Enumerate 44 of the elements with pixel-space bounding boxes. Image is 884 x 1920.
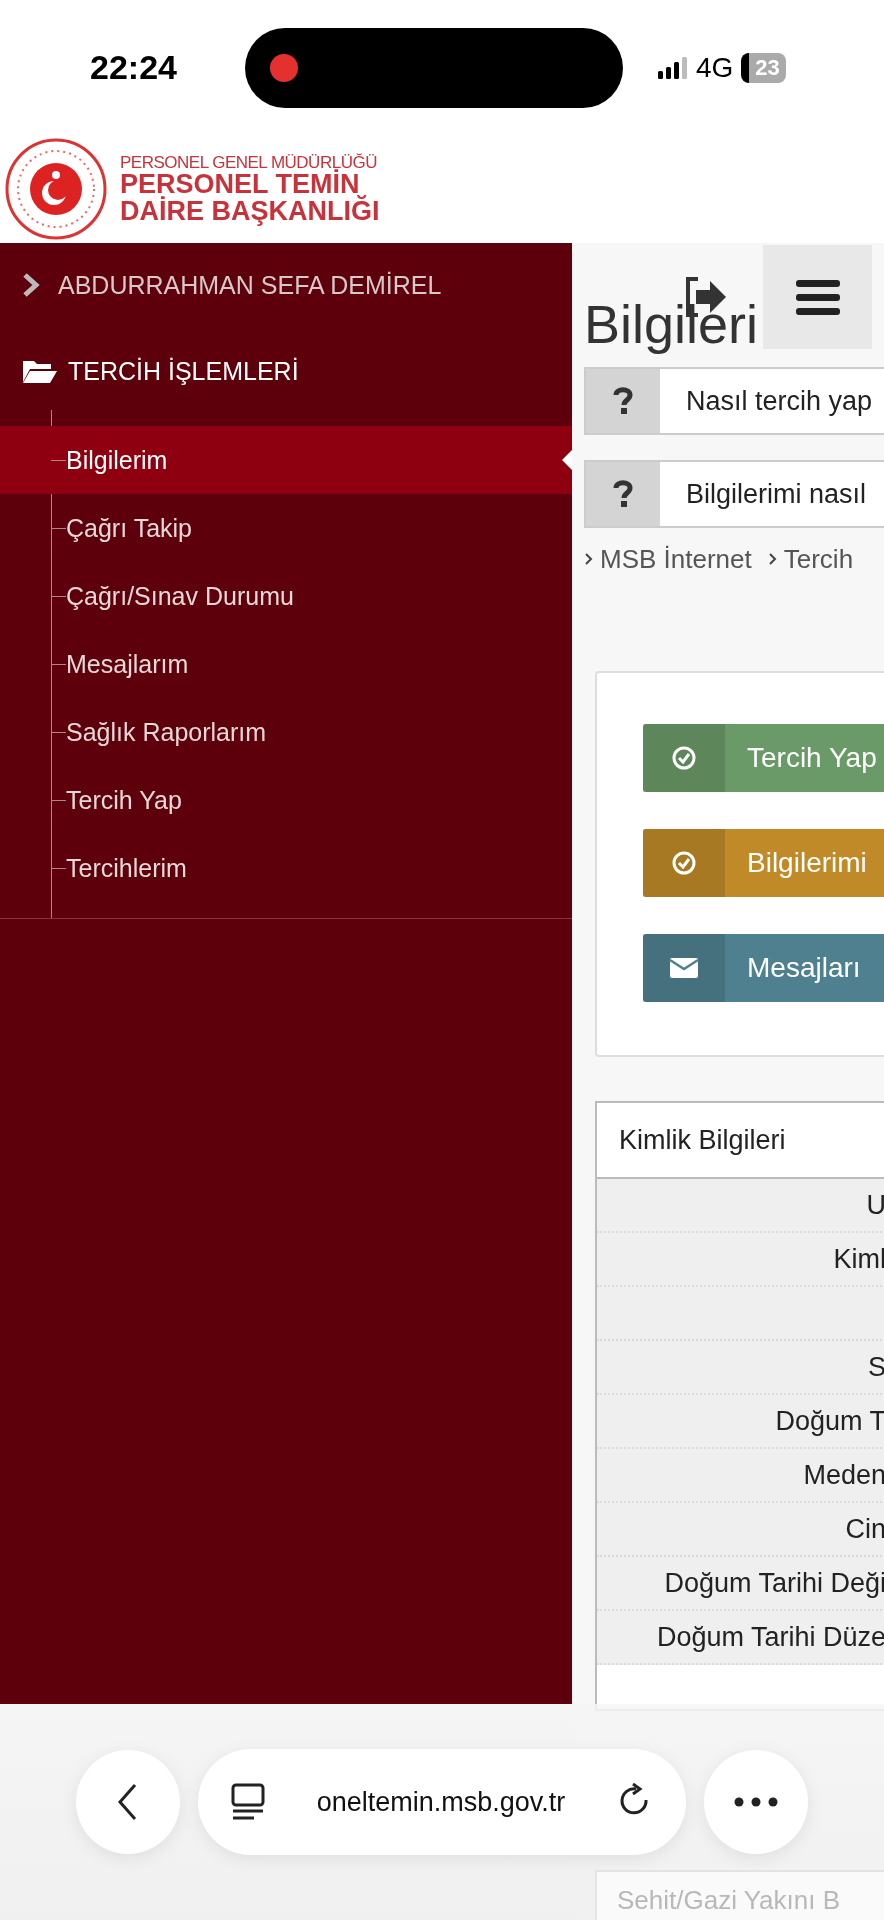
help-link[interactable]: Nasıl tercih yap bbox=[584, 367, 884, 435]
sidebar-item[interactable]: Mesajlarım bbox=[0, 630, 572, 698]
chevron-right-icon bbox=[22, 272, 40, 298]
address-bar[interactable]: oneltemin.msb.gov.tr bbox=[198, 1749, 686, 1855]
status-time: 22:24 bbox=[90, 48, 178, 87]
chevron-icon bbox=[767, 551, 778, 567]
check-circle-icon bbox=[671, 745, 697, 771]
signal-icon bbox=[658, 56, 688, 79]
breadcrumb-link[interactable]: MSB İnternet bbox=[600, 543, 752, 575]
url-text: oneltemin.msb.gov.tr bbox=[316, 1786, 566, 1818]
battery-indicator: 23 bbox=[741, 52, 786, 83]
field-label: Doğum Tarihi Düze bbox=[656, 1621, 884, 1653]
section-title[interactable]: TERCİH İŞLEMLERİ bbox=[68, 356, 299, 386]
question-icon bbox=[613, 387, 633, 415]
page-title: Bilgileri bbox=[584, 297, 759, 356]
chevron-icon bbox=[584, 551, 594, 567]
emblem-icon bbox=[4, 137, 108, 241]
panel-title: Sehit/Gazi Yakını B bbox=[617, 1884, 841, 1916]
help-link[interactable]: Bilgilerimi nasıl bbox=[584, 460, 884, 528]
field-label: Cin bbox=[845, 1513, 884, 1545]
action-button[interactable]: Mesajları bbox=[643, 934, 884, 1002]
logo-text: DAİRE BAŞKANLIĞI bbox=[120, 197, 380, 225]
sidebar-item[interactable]: Tercihlerim bbox=[0, 834, 572, 902]
field-label: Meden bbox=[803, 1459, 884, 1491]
question-icon bbox=[613, 480, 633, 508]
sidebar-item[interactable]: Çağrı/Sınav Durumu bbox=[0, 562, 572, 630]
field-label: Doğum Tarihi Deği bbox=[664, 1567, 884, 1599]
field-label: S bbox=[868, 1351, 884, 1383]
mail-icon bbox=[669, 956, 699, 980]
more-icon bbox=[734, 1797, 778, 1807]
breadcrumb-link[interactable]: Tercih bbox=[783, 543, 854, 575]
sidebar-item[interactable]: Tercih Yap bbox=[0, 766, 572, 834]
menu-icon bbox=[793, 277, 842, 317]
sidebar-item[interactable]: Çağrı Takip bbox=[0, 494, 572, 562]
folder-icon bbox=[22, 358, 58, 384]
menu-button[interactable] bbox=[763, 245, 872, 349]
sidebar-item[interactable]: Sağlık Raporlarım bbox=[0, 698, 572, 766]
field-label: U bbox=[866, 1189, 884, 1221]
user-name[interactable]: ABDURRAHMAN SEFA DEMİREL bbox=[58, 270, 442, 300]
check-circle-icon bbox=[671, 850, 697, 876]
network-label: 4G bbox=[696, 51, 734, 84]
reader-icon bbox=[230, 1782, 266, 1822]
sidebar-item[interactable]: Bilgilerim bbox=[0, 426, 572, 494]
field-label: Kiml bbox=[833, 1243, 884, 1275]
